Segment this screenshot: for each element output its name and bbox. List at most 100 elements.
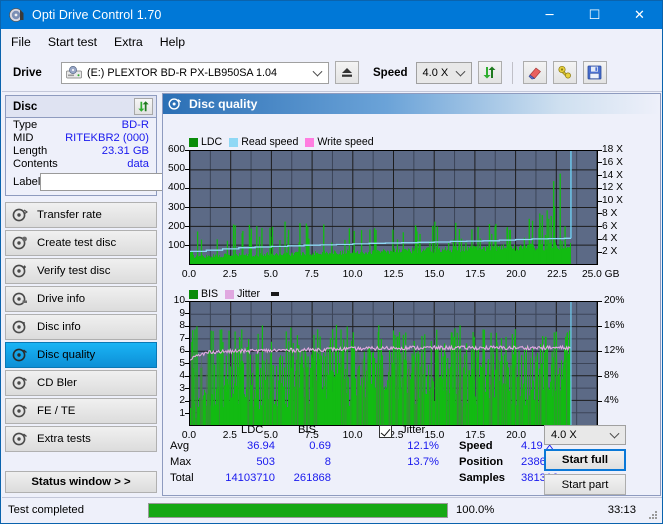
disc-row-mid: MID RITEKBR2 (000) bbox=[6, 131, 156, 144]
axis-tick bbox=[185, 245, 189, 247]
axis-tick bbox=[598, 238, 602, 240]
cd-bler-icon bbox=[12, 375, 28, 391]
jitter-avg-value: 12.1% bbox=[407, 440, 439, 452]
test-speed-select[interactable]: 4.0 X bbox=[544, 425, 626, 445]
chevron-down-icon bbox=[609, 428, 620, 439]
chart-top-xtick-2.5: 2.5 bbox=[222, 269, 237, 280]
sidebar-item-extra-tests[interactable]: Extra tests bbox=[5, 426, 157, 452]
menu-bar: File Start test Extra Help bbox=[2, 29, 662, 54]
chart-bottom-ytick-10: 10 bbox=[173, 295, 185, 306]
disc-panel-header: Disc bbox=[6, 96, 156, 118]
axis-tick bbox=[598, 350, 602, 352]
sidebar-item-label: CD Bler bbox=[37, 377, 77, 389]
disc-info-panel: Disc Type BD-R MID RITEKBR2 (000) Length… bbox=[5, 95, 244, 196]
transfer-rate-icon bbox=[12, 207, 29, 223]
chevron-down-icon bbox=[455, 66, 465, 77]
sidebar-item-drive-info[interactable]: Drive info bbox=[5, 286, 157, 312]
save-button[interactable] bbox=[582, 61, 607, 84]
axis-tick bbox=[598, 149, 602, 151]
disc-contents-key: Contents bbox=[13, 158, 58, 170]
status-window-button[interactable]: Status window > > bbox=[5, 471, 157, 493]
sidebar-item-transfer-rate[interactable]: Transfer rate bbox=[5, 202, 157, 228]
plot-area-ldc[interactable] bbox=[189, 150, 598, 265]
minimize-button[interactable]: ─ bbox=[527, 1, 572, 29]
chart-bottom-ytick-5: 5 bbox=[179, 357, 185, 369]
chart-bottom-y2tick-8: 8% bbox=[604, 370, 619, 381]
axis-tick bbox=[598, 213, 602, 215]
main-panel: Disc quality LDC Read speed Write speed … bbox=[162, 93, 661, 496]
eject-button[interactable] bbox=[335, 61, 359, 84]
plot-area-bis[interactable] bbox=[189, 301, 598, 426]
disc-refresh-button[interactable] bbox=[134, 98, 153, 115]
sidebar-item-disc-info[interactable]: Disc info bbox=[5, 314, 157, 340]
app-window: Opti Drive Control 1.70 ─ ☐ ✕ File Start… bbox=[0, 0, 663, 524]
sidebar-item-label: Transfer rate bbox=[37, 209, 102, 221]
menu-file[interactable]: File bbox=[11, 35, 31, 49]
axis-tick bbox=[598, 400, 602, 402]
axis-tick bbox=[185, 350, 189, 352]
disc-contents-value: data bbox=[127, 158, 149, 170]
chart-top-xtick-15: 15.0 bbox=[424, 269, 445, 280]
chart-top-ytick-100: 100 bbox=[168, 239, 185, 251]
refresh-button[interactable] bbox=[477, 61, 502, 84]
jitter-checkbox[interactable] bbox=[379, 425, 392, 438]
axis-tick bbox=[185, 207, 189, 208]
sidebar-item-label: FE / TE bbox=[37, 405, 76, 417]
disc-info-icon bbox=[12, 319, 28, 335]
chart-bottom-ytick-7: 7 bbox=[179, 332, 185, 344]
chart-bottom-ytick-8: 8 bbox=[179, 320, 185, 331]
axis-tick bbox=[185, 325, 189, 327]
legend-swatch-bis bbox=[189, 289, 198, 299]
sidebar-item-verify-test-disc[interactable]: Verify test disc bbox=[5, 258, 157, 284]
samples-stat-label: Samples bbox=[459, 472, 506, 484]
stats-avg-bis: 0.69 bbox=[309, 440, 331, 452]
speed-select[interactable]: 4.0 X bbox=[415, 61, 472, 84]
tools-button[interactable] bbox=[552, 61, 577, 84]
chart-top-y2tick-14x: 14 X bbox=[602, 169, 623, 181]
menu-start-test[interactable]: Start test bbox=[48, 35, 97, 49]
stats-total-bis: 261868 bbox=[293, 472, 331, 484]
drive-select[interactable]: (E:) PLEXTOR BD-R PX-LB950SA 1.04 bbox=[61, 61, 329, 84]
chart-top-ytick-400: 400 bbox=[168, 182, 185, 194]
status-bar: Test completed 100.0% 33:13 bbox=[2, 497, 662, 522]
chart-bottom-y2tick-12: 12% bbox=[604, 345, 625, 356]
axis-tick bbox=[185, 300, 189, 302]
sidebar-item-disc-quality[interactable]: Disc quality bbox=[5, 342, 157, 368]
drive-label: Drive bbox=[13, 66, 42, 79]
resize-grip[interactable] bbox=[647, 508, 659, 520]
axis-tick bbox=[598, 162, 602, 164]
maximize-button[interactable]: ☐ bbox=[572, 1, 617, 29]
menu-help[interactable]: Help bbox=[160, 35, 185, 49]
chart-legend-bottom: BIS Jitter bbox=[189, 288, 282, 300]
erase-button[interactable] bbox=[522, 61, 547, 84]
chart-top-xtick-22.5: 22.5 bbox=[547, 269, 567, 280]
progress-bar-fill bbox=[149, 503, 447, 517]
sidebar-item-fe-te[interactable]: FE / TE bbox=[5, 398, 157, 424]
start-full-button[interactable]: Start full bbox=[544, 449, 626, 471]
menu-extra[interactable]: Extra bbox=[114, 35, 143, 49]
chart-top-ytick-500: 500 bbox=[168, 163, 185, 175]
start-part-button[interactable]: Start part bbox=[544, 474, 626, 495]
sidebar-item-create-test-disc[interactable]: Create test disc bbox=[5, 230, 157, 256]
axis-tick bbox=[598, 251, 602, 253]
chart-top-ytick-300: 300 bbox=[168, 201, 185, 213]
axis-tick bbox=[185, 226, 189, 228]
chart-top-xtick-25: 25.0 GB bbox=[582, 269, 620, 280]
disc-quality-icon bbox=[168, 97, 182, 111]
close-button[interactable]: ✕ bbox=[617, 1, 662, 29]
chart-legend-top: LDC Read speed Write speed bbox=[189, 136, 381, 148]
chart-bottom-ytick-2: 2 bbox=[179, 395, 185, 406]
chart-top-xtick-20: 20.0 bbox=[506, 269, 527, 280]
speed-stat-label: Speed bbox=[459, 440, 493, 452]
sidebar-item-cd-bler[interactable]: CD Bler bbox=[5, 370, 157, 396]
legend-swatch-write-speed bbox=[305, 137, 315, 147]
stats-max-ldc: 503 bbox=[256, 456, 275, 468]
page-title: Disc quality bbox=[189, 97, 258, 111]
stats-total-ldc: 14103710 bbox=[225, 472, 275, 484]
legend-label-jitter: Jitter bbox=[237, 288, 261, 300]
disc-type-value: BD-R bbox=[121, 119, 149, 131]
chart-bottom-ytick-4: 4 bbox=[179, 370, 185, 381]
drive-info-icon bbox=[12, 291, 28, 307]
chart-top-xtick-7.5: 7.5 bbox=[304, 269, 319, 280]
disc-type-key: Type bbox=[13, 119, 38, 131]
